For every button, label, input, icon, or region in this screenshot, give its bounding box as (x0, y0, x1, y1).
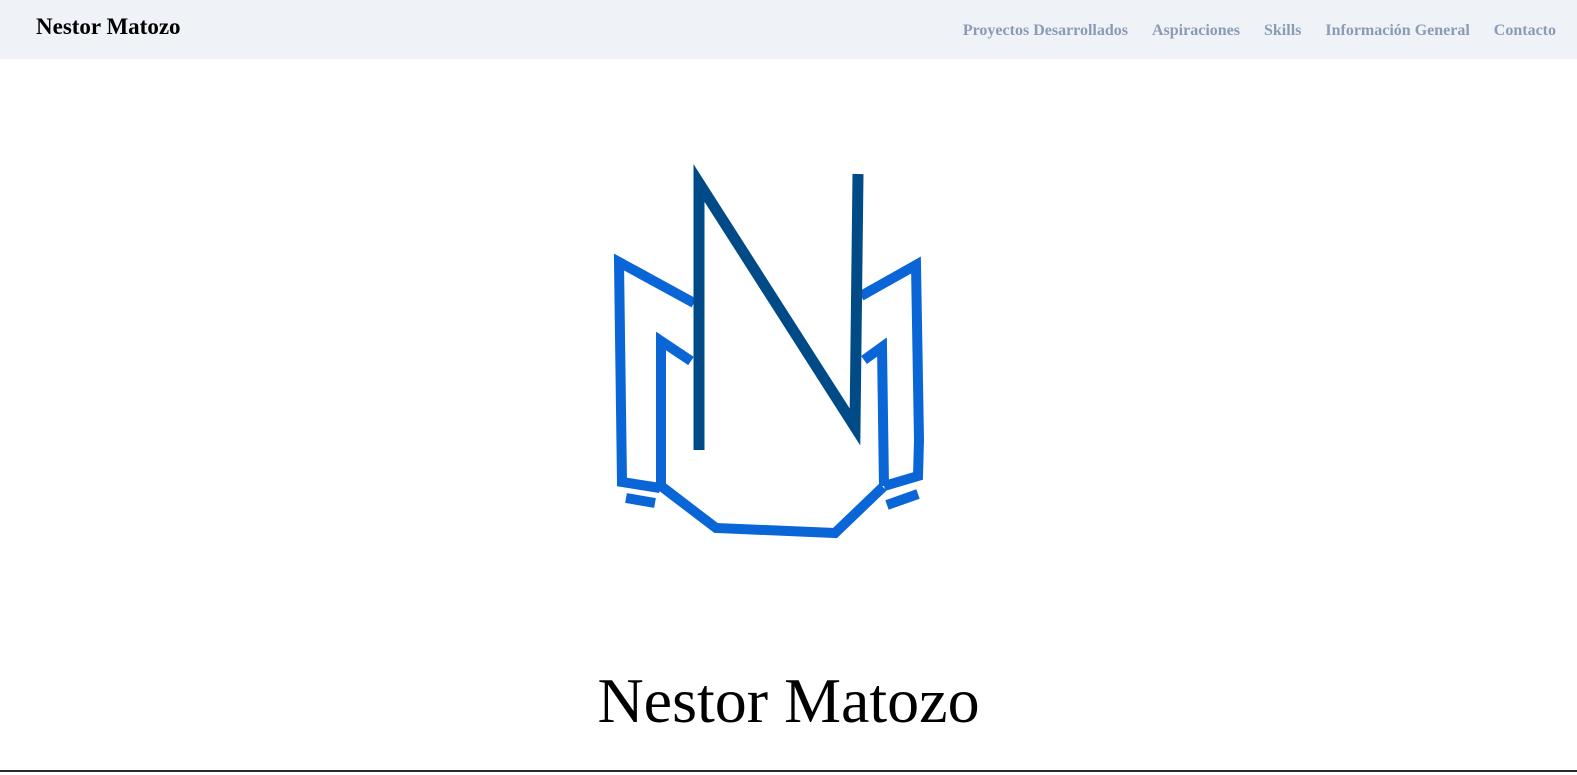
nav-link-skills[interactable]: Skills (1264, 22, 1301, 40)
nav-link-contacto[interactable]: Contacto (1494, 22, 1556, 40)
bottom-divider (0, 770, 1577, 772)
nav-links: Proyectos Desarrollados Aspiraciones Ski… (939, 22, 1556, 40)
nm-monogram-logo (613, 164, 925, 539)
nav-link-aspiraciones[interactable]: Aspiraciones (1152, 22, 1240, 40)
nav-link-proyectos[interactable]: Proyectos Desarrollados (963, 22, 1128, 40)
nav-link-informacion-general[interactable]: Información General (1325, 22, 1469, 40)
brand-link[interactable]: Nestor Matozo (36, 14, 181, 40)
navbar: Nestor Matozo Proyectos Desarrollados As… (0, 0, 1577, 59)
hero-name: Nestor Matozo (597, 665, 980, 736)
